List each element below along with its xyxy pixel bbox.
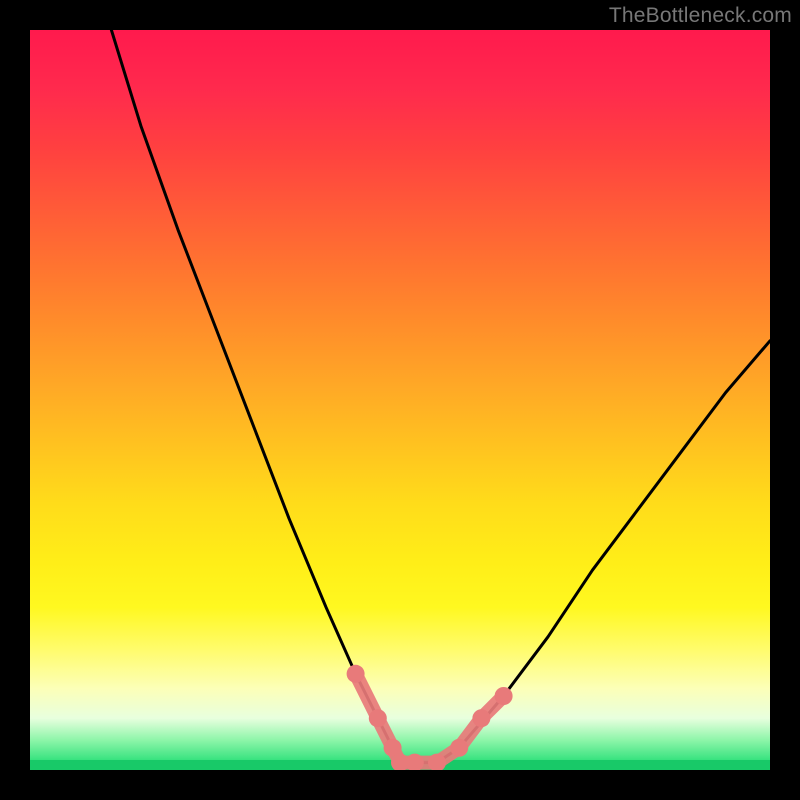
highlight-dot [347, 665, 365, 683]
watermark-text: TheBottleneck.com [609, 4, 792, 28]
chart-frame: TheBottleneck.com [0, 0, 800, 800]
highlight-dot [369, 709, 387, 727]
highlight-dot [472, 709, 490, 727]
bottleneck-curve [30, 30, 770, 770]
highlight-dots [347, 665, 513, 770]
curve-line [111, 30, 770, 763]
highlight-dot [495, 687, 513, 705]
highlight-dot [450, 739, 468, 757]
plot-area [30, 30, 770, 770]
